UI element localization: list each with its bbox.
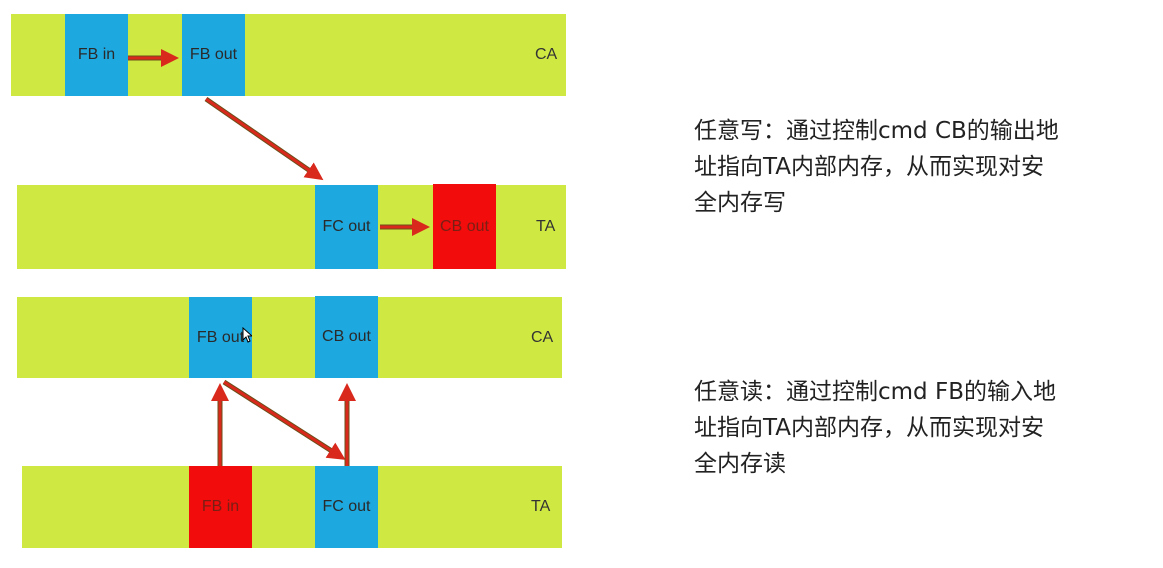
fb-in-label-read: FB in — [201, 498, 240, 515]
cb-out-label-read: CB out — [322, 328, 371, 345]
fb-out-label-read: FB out — [196, 328, 245, 346]
cb-out-label: CB out — [440, 217, 489, 235]
fc-out-box: FC out — [315, 185, 378, 269]
write-description: 任意写：通过控制cmd CB的输出地 址指向TA内部内存，从而实现对安 全内存写 — [694, 118, 1059, 216]
fb-in-label: FB in — [77, 46, 116, 63]
ca-label-bottom: CA — [531, 329, 554, 346]
ta-bar-bottom — [22, 466, 562, 548]
read-description: 任意读：通过控制cmd FB的输入地 址指向TA内部内存，从而实现对安 全内存读 — [694, 379, 1056, 477]
fb-in-box-read: FB in — [189, 466, 252, 548]
cb-out-box: CB out — [433, 184, 496, 269]
fb-out-label: FB out — [189, 46, 238, 63]
ta-label-bottom: TA — [531, 498, 551, 515]
mouse-cursor-icon — [242, 327, 252, 343]
fc-out-label: FC out — [322, 218, 371, 235]
fc-out-label-read: FC out — [322, 498, 371, 515]
arrow-fbout-to-fcout-diagonal — [222, 379, 346, 460]
fb-out-box: FB out — [182, 14, 245, 96]
ta-label-top: TA — [536, 218, 556, 235]
ca-label-top: CA — [535, 46, 558, 63]
ca-bar-bottom — [17, 297, 562, 378]
fc-out-box-read: FC out — [315, 466, 378, 548]
fb-in-box: FB in — [65, 14, 128, 96]
arrow-fbout-to-fcout — [204, 96, 324, 181]
cb-out-box-read: CB out — [315, 296, 378, 378]
